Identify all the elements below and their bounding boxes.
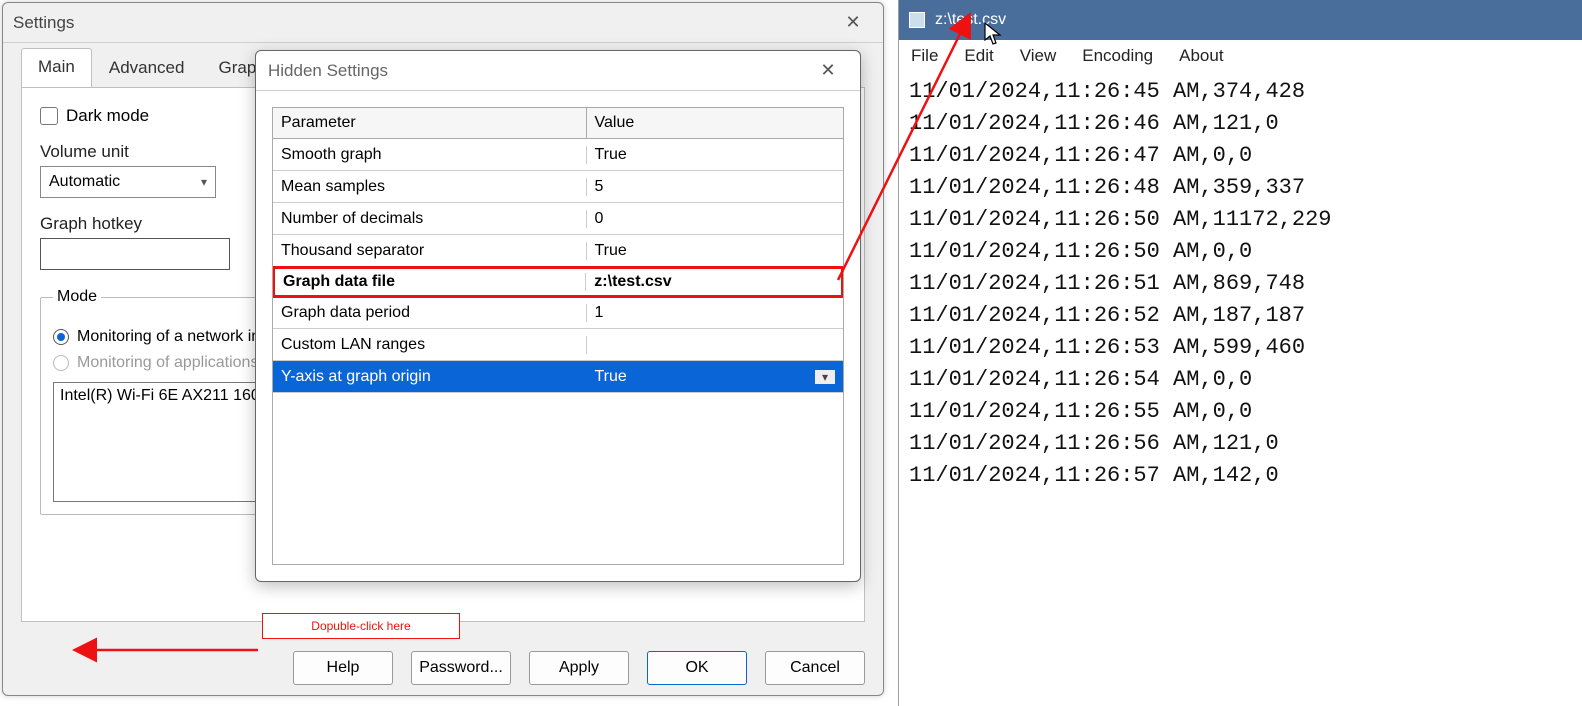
menu-encoding[interactable]: Encoding [1082,46,1153,66]
interface-listbox[interactable]: Intel(R) Wi-Fi 6E AX211 160MHz [53,382,263,502]
hidden-settings-grid: Parameter Value Smooth graph True Mean sam… [272,107,844,565]
notepad-text-area[interactable]: 11/01/2024,11:26:45 AM,374,428 11/01/202… [899,76,1582,492]
column-value[interactable]: Value [587,108,844,138]
param-cell: Smooth graph [273,146,587,164]
graph-hotkey-input[interactable] [40,238,230,270]
grid-rows: Smooth graph True Mean samples 5 Number of d… [273,139,843,564]
param-cell: Graph data file [275,273,586,291]
list-item[interactable]: Intel(R) Wi-Fi 6E AX211 160MHz [60,387,256,405]
dark-mode-label: Dark mode [66,106,149,126]
value-text: True [595,368,627,386]
settings-footer: Help Password... Apply OK Cancel [3,651,883,685]
table-row[interactable]: Smooth graph True [273,139,843,171]
notepad-menubar: File Edit View Encoding About [899,40,1582,76]
value-cell[interactable]: 0 [587,210,844,228]
table-row[interactable]: Mean samples 5 [273,171,843,203]
settings-title: Settings [13,13,833,33]
value-text: 0 [595,210,604,228]
notepad-title: z:\test.csv [935,11,1006,29]
table-row[interactable]: Graph data file z:\test.csv [272,266,844,298]
settings-titlebar: Settings ✕ [3,3,883,43]
param-cell: Mean samples [273,178,587,196]
cancel-button[interactable]: Cancel [765,651,865,685]
notepad-window: z:\test.csv File Edit View Encoding Abou… [898,0,1582,706]
notepad-titlebar: z:\test.csv [899,0,1582,40]
param-cell: Graph data period [273,304,587,322]
value-cell[interactable]: True [587,146,844,164]
value-cell[interactable]: 5 [587,178,844,196]
annotation-doubleclick: Dopuble-click here [262,613,460,639]
radio-monitor-apps[interactable] [53,355,69,371]
hidden-settings-title: Hidden Settings [268,61,388,81]
menu-view[interactable]: View [1020,46,1057,66]
volume-unit-value: Automatic [49,173,120,191]
tab-advanced[interactable]: Advanced [92,49,202,88]
menu-file[interactable]: File [911,46,938,66]
value-text: True [595,146,627,164]
table-row[interactable]: Custom LAN ranges [273,329,843,361]
param-cell: Thousand separator [273,242,587,260]
close-icon[interactable]: ✕ [808,60,848,81]
param-cell: Number of decimals [273,210,587,228]
document-icon [909,12,925,28]
menu-about[interactable]: About [1179,46,1223,66]
hidden-settings-dialog: Hidden Settings ✕ Parameter Value Smooth… [255,50,861,582]
volume-unit-select[interactable]: Automatic ▾ [40,166,216,198]
param-cell: Custom LAN ranges [273,336,587,354]
ok-button[interactable]: OK [647,651,747,685]
value-text: 1 [595,304,604,322]
value-cell[interactable]: True [587,242,844,260]
param-cell: Y-axis at graph origin [273,368,587,386]
hidden-settings-titlebar: Hidden Settings ✕ [256,51,860,91]
close-icon[interactable]: ✕ [833,12,873,33]
value-text: True [595,242,627,260]
grid-header: Parameter Value [273,108,843,139]
table-row[interactable]: Graph data period 1 [273,297,843,329]
menu-edit[interactable]: Edit [964,46,993,66]
apply-button[interactable]: Apply [529,651,629,685]
value-cell[interactable]: z:\test.csv [586,273,841,291]
value-text: 5 [595,178,604,196]
dark-mode-checkbox[interactable] [40,107,58,125]
value-cell[interactable]: True ▾ [587,368,844,386]
table-row[interactable]: Number of decimals 0 [273,203,843,235]
tab-main[interactable]: Main [21,48,92,88]
value-text: z:\test.csv [594,273,671,291]
mode-legend: Mode [53,288,101,306]
value-cell[interactable]: 1 [587,304,844,322]
password-button[interactable]: Password... [411,651,511,685]
table-row[interactable]: Thousand separator True [273,235,843,267]
chevron-down-icon[interactable]: ▾ [815,370,835,384]
column-parameter[interactable]: Parameter [273,108,587,138]
table-row[interactable]: Y-axis at graph origin True ▾ [273,361,843,393]
radio-monitor-apps-label: Monitoring of applications [77,354,258,372]
chevron-down-icon: ▾ [201,175,207,189]
radio-monitor-network[interactable] [53,329,69,345]
help-button[interactable]: Help [293,651,393,685]
